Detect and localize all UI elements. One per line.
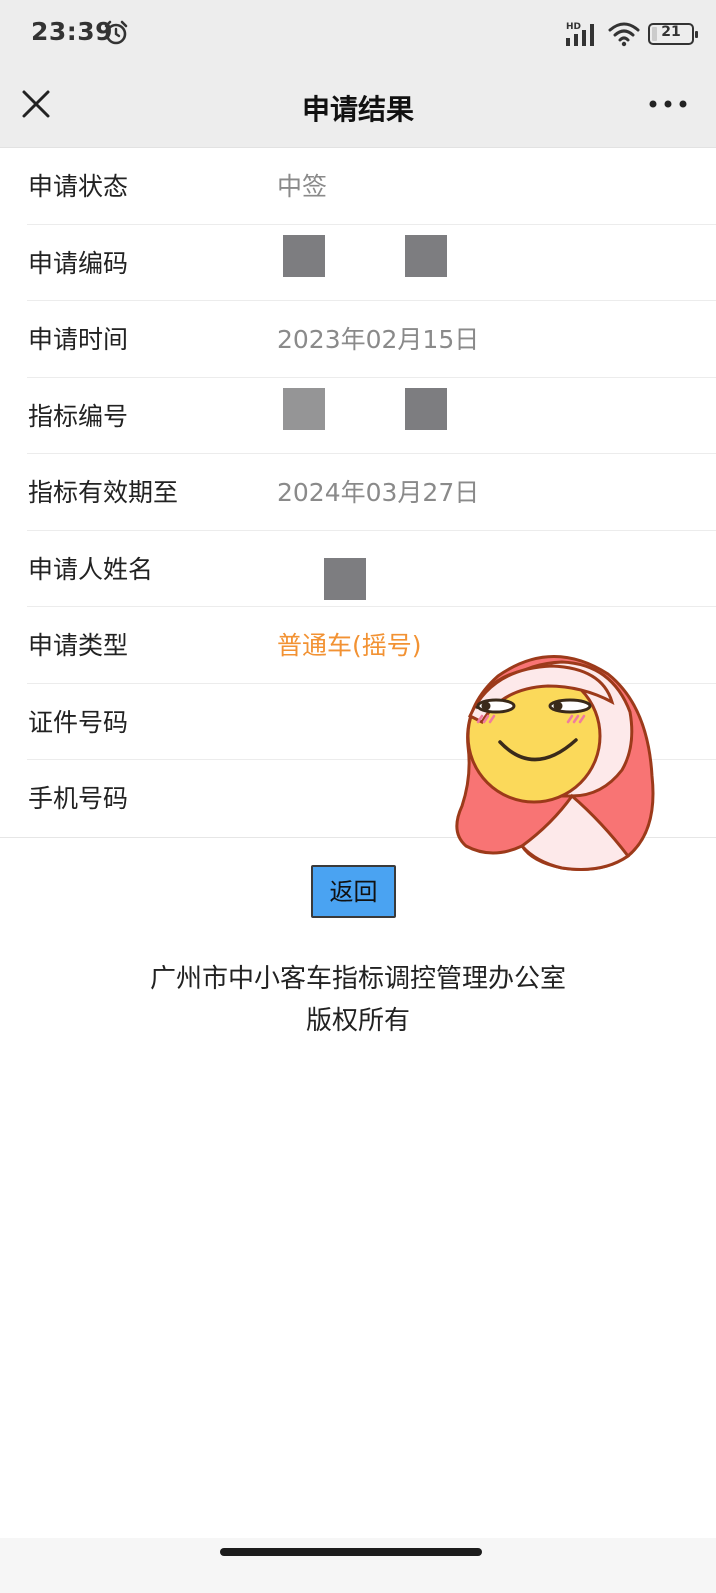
page-title: 申请结果 bbox=[301, 93, 414, 126]
row-application-time: 申请时间 2023年02月15日 bbox=[27, 301, 716, 378]
signal-icon: HD bbox=[566, 22, 594, 46]
footer-copyright: 版权所有 bbox=[305, 1006, 410, 1036]
privacy-mosaic bbox=[283, 234, 325, 277]
row-label: 申请时间 bbox=[28, 325, 129, 354]
row-value: 2023年02月15日 bbox=[277, 325, 480, 354]
status-time: 23:39 bbox=[31, 17, 114, 46]
privacy-mosaic bbox=[324, 557, 366, 600]
network-label: HD bbox=[566, 22, 581, 32]
row-label: 申请状态 bbox=[28, 172, 129, 201]
row-value: 普通车(摇号) bbox=[277, 631, 422, 660]
row-value: 中签 bbox=[277, 172, 328, 201]
row-label: 证件号码 bbox=[28, 707, 129, 737]
row-application-code: 申请编码 bbox=[27, 225, 716, 301]
nav-bar: 申请结果 bbox=[0, 68, 716, 148]
home-indicator[interactable] bbox=[220, 1548, 482, 1556]
row-label: 手机号码 bbox=[28, 784, 129, 813]
row-applicant-name: 申请人姓名 bbox=[27, 531, 716, 607]
row-quota-number: 指标编号 bbox=[27, 378, 716, 454]
battery-level: 21 bbox=[661, 24, 681, 40]
status-icons: HD 21 bbox=[564, 18, 698, 50]
smiley-blanket-sticker bbox=[455, 655, 655, 871]
row-label: 申请类型 bbox=[28, 631, 129, 660]
alarm-icon bbox=[104, 20, 128, 45]
privacy-mosaic bbox=[283, 387, 325, 430]
row-label: 指标编号 bbox=[28, 401, 129, 431]
row-value: 2024年03月27日 bbox=[277, 478, 480, 507]
battery-icon: 21 bbox=[648, 23, 698, 45]
more-icon[interactable] bbox=[648, 90, 688, 118]
row-label: 指标有效期至 bbox=[28, 478, 179, 507]
privacy-mosaic bbox=[405, 234, 447, 277]
privacy-mosaic bbox=[405, 387, 447, 430]
gesture-area bbox=[0, 1538, 716, 1593]
status-bar: 23:39 HD 21 bbox=[0, 0, 716, 68]
row-application-status: 申请状态 中签 bbox=[27, 148, 716, 225]
wifi-icon bbox=[608, 22, 640, 47]
row-label: 申请编码 bbox=[28, 248, 129, 278]
row-label: 申请人姓名 bbox=[28, 554, 154, 584]
back-button[interactable]: 返回 bbox=[311, 865, 396, 918]
footer-organization: 广州市中小客车指标调控管理办公室 bbox=[149, 964, 566, 994]
row-quota-valid-until: 指标有效期至 2024年03月27日 bbox=[27, 454, 716, 531]
